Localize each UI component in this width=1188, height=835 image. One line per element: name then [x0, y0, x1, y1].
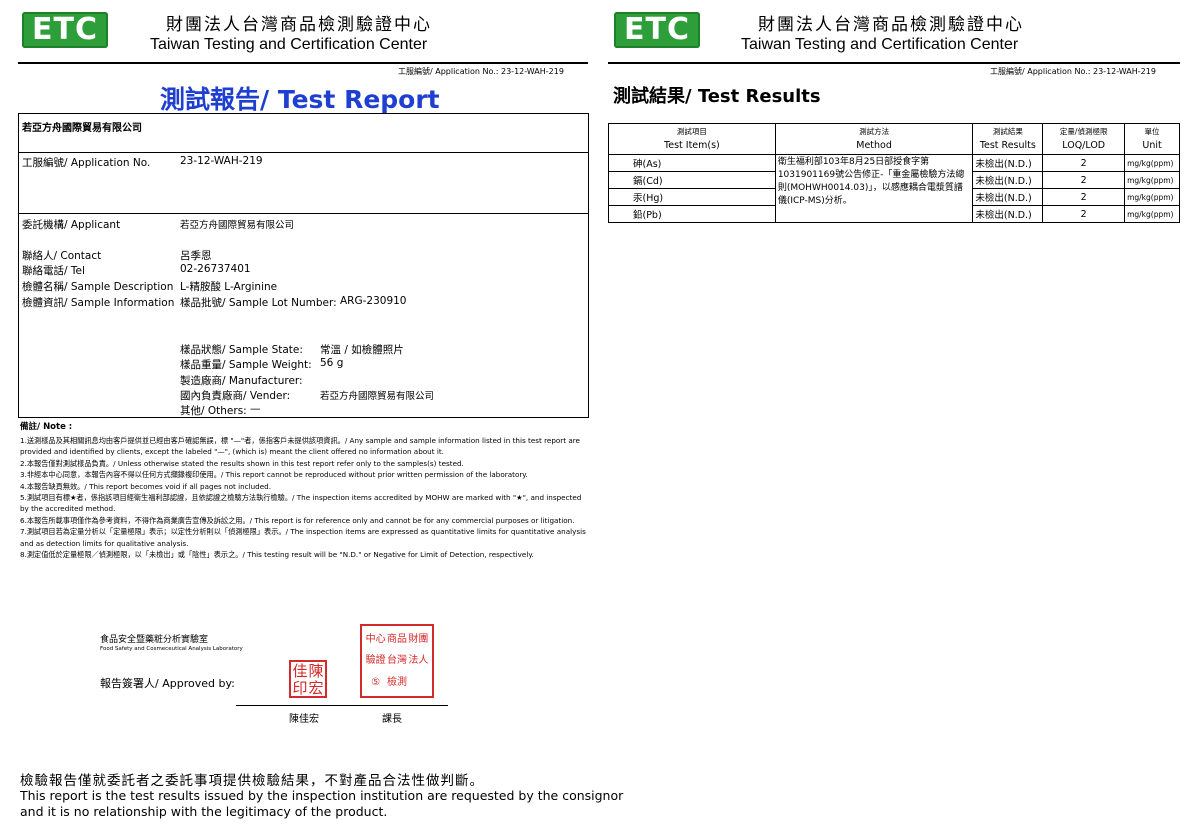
desc-value: L-精胺酸 L-Arginine	[180, 281, 278, 293]
notes-list: 1.送測樣品及其相關訊息均由客戶提供並已經由客戶確認無誤，標 "—"者，係指客戶…	[20, 435, 590, 560]
table-row: 砷(As) 衛生福利部103年8月25日部授食字第1031901169號公告修正…	[608, 154, 1180, 223]
lab-name-zh: 食品安全暨藥粧分析實驗室	[100, 635, 209, 645]
app-no-label: 工服編號/ Application No.	[22, 157, 151, 169]
lab-name-en: Food Safety and Cosmeceutical Analysis L…	[100, 646, 243, 652]
title-zh: 測試報告	[160, 85, 261, 114]
cell-loq: 2	[1042, 171, 1126, 189]
cell-result: 未檢出(N.D.)	[972, 205, 1044, 223]
seal-char: 台灣	[386, 655, 407, 667]
lot-label: 樣品批號/ Sample Lot Number:	[180, 297, 337, 309]
cell-unit: mg/kg(ppm)	[1124, 154, 1180, 172]
note-item: 1.送測樣品及其相關訊息均由客戶提供並已經由客戶確認無誤，標 "—"者，係指客戶…	[20, 436, 580, 457]
org-name-en: Taiwan Testing and Certification Center	[741, 36, 1019, 53]
seal-char: 宏	[308, 679, 324, 697]
header-application-no: 工服編號/ Application No.: 23-12-WAH-219	[990, 67, 1156, 76]
cell-loq: 2	[1042, 188, 1126, 206]
seal-char: 商品	[386, 634, 407, 646]
org-name-zh: 財團法人台灣商品檢測驗證中心	[758, 15, 1024, 35]
lot-value: ARG-230910	[340, 295, 407, 307]
col-header-item: 測試項目 Test Item(s)	[608, 123, 776, 155]
signer-title: 課長	[382, 714, 402, 725]
box-separator	[18, 152, 588, 153]
org-name-zh: 財團法人台灣商品檢測驗證中心	[166, 15, 432, 35]
vender-value: 若亞方舟國際貿易有限公司	[320, 391, 435, 402]
box-separator	[18, 213, 588, 214]
vender-label: 國內負責廠商/ Vender:	[180, 390, 291, 402]
seal-char: 檢測	[386, 676, 407, 688]
cell-item: 鉛(Pb)	[608, 205, 776, 223]
results-table: 測試項目 Test Item(s) 測試方法 Method 測試結果 Test Res…	[608, 123, 1180, 223]
results-header-row: 測試項目 Test Item(s) 測試方法 Method 測試結果 Test Res…	[608, 123, 1180, 155]
note-item: 2.本報告僅對測試樣品負責。/ Unless otherwise stated …	[20, 458, 464, 468]
etc-logo: ETC	[22, 12, 108, 48]
applicant-value: 若亞方舟國際貿易有限公司	[180, 220, 295, 231]
note-item: 5.測試項目有標★者，係指該項目經衛生福利部認證，且依認證之檢驗方法執行檢驗。/…	[20, 493, 582, 514]
seal-char: 佳	[292, 662, 308, 680]
title-en: / Test Report	[260, 85, 440, 114]
others-label: 其他/ Others:	[180, 405, 247, 417]
seal-char: 中心	[365, 634, 386, 646]
cell-unit: mg/kg(ppm)	[1124, 188, 1180, 206]
disclaimer-en-line1: This report is the test results issued b…	[20, 788, 624, 803]
weight-value: 56 g	[320, 357, 344, 369]
cell-result: 未檢出(N.D.)	[972, 154, 1044, 172]
tel-value: 02-26737401	[180, 263, 251, 275]
desc-label: 檢體名稱/ Sample Description	[22, 281, 174, 293]
state-label: 樣品狀態/ Sample State:	[180, 344, 303, 356]
cell-loq: 2	[1042, 205, 1126, 223]
col-header-method: 測試方法 Method	[774, 123, 974, 155]
signature-seal: 佳 陳 印 宏	[289, 660, 327, 698]
cell-unit: mg/kg(ppm)	[1124, 205, 1180, 223]
seal-char: 驗證	[365, 655, 386, 667]
seal-char: ⑤	[371, 676, 381, 688]
disclaimer-en-line2: and it is no relationship with the legit…	[20, 804, 388, 819]
weight-label: 樣品重量/ Sample Weight:	[180, 359, 312, 371]
cell-result: 未檢出(N.D.)	[972, 188, 1044, 206]
applicant-label: 委託機構/ Applicant	[22, 219, 121, 231]
others-value: —	[250, 403, 261, 415]
state-value: 常溫 / 如檢體照片	[320, 344, 404, 356]
seal-char: 陳	[308, 662, 324, 680]
disclaimer-zh: 檢驗報告僅就委託者之委託事項提供檢驗結果，不對產品合法性做判斷。	[20, 773, 484, 789]
col-header-result: 測試結果 Test Results	[972, 123, 1044, 155]
note-item: 4.本報告缺頁無效。/ This report becomes void if …	[20, 481, 271, 491]
cell-unit: mg/kg(ppm)	[1124, 171, 1180, 189]
note-item: 7.測試項目若為定量分析以「定量極限」表示；以定性分析則以「偵測極限」表示。/ …	[20, 527, 586, 548]
cell-item: 砷(As)	[608, 154, 776, 172]
note-title: 備註/ Note :	[20, 422, 73, 432]
etc-logo: ETC	[614, 12, 700, 48]
manufacturer-label: 製造廠商/ Manufacturer:	[180, 375, 303, 387]
signature-line	[236, 705, 448, 706]
cell-item: 鎘(Cd)	[608, 171, 776, 189]
contact-label: 聯絡人/ Contact	[22, 250, 102, 262]
header-application-no: 工服編號/ Application No.: 23-12-WAH-219	[398, 67, 564, 76]
results-title: 測試結果/ Test Results	[613, 86, 821, 107]
organization-seal: 中心 商品 財團 驗證 台灣 法人 ⑤ 檢測	[360, 624, 434, 698]
signer-name: 陳佳宏	[289, 714, 319, 725]
col-header-loq: 定量/偵測極限 LOQ/LOD	[1042, 123, 1126, 155]
company-name: 若亞方舟國際貿易有限公司	[22, 123, 142, 134]
header-rule	[18, 62, 588, 64]
cell-result: 未檢出(N.D.)	[972, 171, 1044, 189]
header-rule	[608, 62, 1180, 64]
cell-method: 衛生福利部103年8月25日部授食字第1031901169號公告修正-「重金屬檢…	[774, 154, 974, 223]
org-name-en: Taiwan Testing and Certification Center	[150, 36, 428, 53]
seal-char: 印	[292, 679, 308, 697]
note-item: 8.測定值低於定量極限／偵測極限，以「未檢出」或「陰性」表示之。/ This t…	[20, 550, 534, 560]
contact-value: 呂季恩	[180, 250, 212, 262]
cell-item: 汞(Hg)	[608, 188, 776, 206]
seal-char: 法人	[408, 655, 429, 667]
page-title: 測試報告/ Test Report	[160, 80, 440, 116]
app-no-value: 23-12-WAH-219	[180, 155, 263, 167]
note-item: 6.本報告所載事項僅作為參考資料，不得作為商業廣告宣傳及訴訟之用。/ This …	[20, 515, 575, 525]
seal-char: 財團	[408, 634, 429, 646]
approved-label: 報告簽署人/ Approved by:	[100, 677, 235, 690]
tel-label: 聯絡電話/ Tel	[22, 265, 85, 277]
col-header-unit: 單位 Unit	[1124, 123, 1180, 155]
info-label: 檢體資訊/ Sample Information	[22, 297, 175, 309]
cell-loq: 2	[1042, 154, 1126, 172]
note-item: 3.非經本中心同意，本報告內容不得以任何方式擷錄複印使用。/ This repo…	[20, 470, 528, 480]
